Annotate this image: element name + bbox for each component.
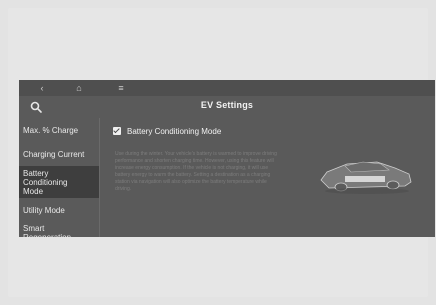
- page-title: EV Settings: [200, 100, 254, 110]
- sidebar-item-smart-regeneration[interactable]: Smart Regeneration: [19, 224, 99, 237]
- sidebar-item-utility-mode[interactable]: Utility Mode: [19, 206, 99, 218]
- sidebar-item-label: Utility Mode: [23, 206, 65, 215]
- menu-icon[interactable]: ≡: [114, 82, 128, 94]
- back-arrow-icon[interactable]: ‹: [35, 82, 49, 94]
- home-icon[interactable]: ⌂: [72, 82, 86, 94]
- sidebar-item-charging-current[interactable]: Charging Current: [19, 150, 99, 162]
- sidebar-item-label: Smart Regeneration: [23, 224, 71, 237]
- top-bar: ‹ ⌂ ≡: [19, 80, 435, 96]
- ev-car-battery-illustration: [320, 161, 412, 194]
- ev-settings-screen: ‹ ⌂ ≡ EV Settings Max. % Charge Charging…: [19, 80, 435, 237]
- sidebar-item-max-charge[interactable]: Max. % Charge: [19, 126, 99, 138]
- main-panel: Battery Conditioning Mode Use during the…: [105, 118, 435, 237]
- sidebar-item-battery-conditioning[interactable]: Battery Conditioning Mode: [19, 166, 99, 198]
- battery-conditioning-description: Use during the winter. Your vehicle's ba…: [115, 151, 277, 192]
- header: EV Settings: [19, 96, 435, 118]
- battery-conditioning-option[interactable]: Battery Conditioning Mode: [113, 125, 221, 137]
- sidebar-item-label: Max. % Charge: [23, 126, 79, 135]
- battery-conditioning-label: Battery Conditioning Mode: [127, 126, 222, 136]
- sidebar-item-label: Battery Conditioning Mode: [23, 169, 68, 196]
- settings-sidebar: Max. % Charge Charging Current Battery C…: [19, 118, 100, 237]
- sidebar-item-label: Charging Current: [23, 150, 85, 159]
- battery-conditioning-checkbox[interactable]: [113, 127, 121, 135]
